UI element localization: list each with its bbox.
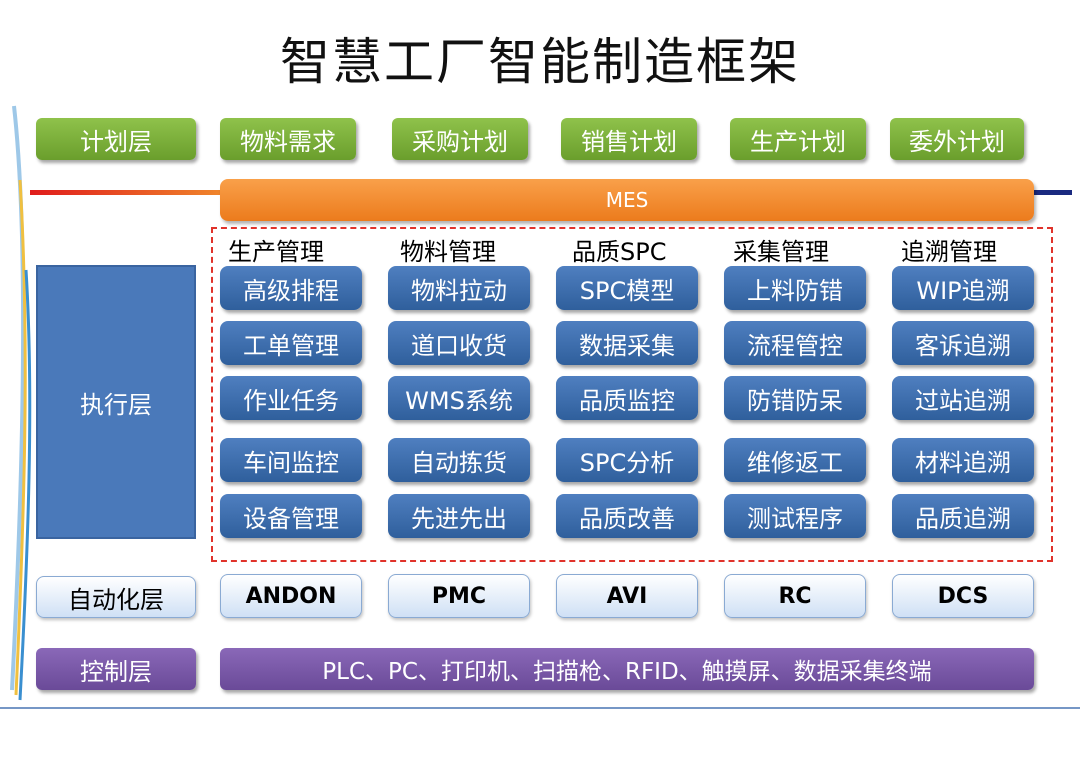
module-box: 维修返工 [724,438,866,482]
column-header: 追溯管理 [901,238,997,266]
auto-item: AVI [556,574,698,618]
module-box: 自动拣货 [388,438,530,482]
auto-layer-label: 自动化层 [36,576,196,618]
mes-bar: MES [220,179,1034,221]
module-box: 流程管控 [724,321,866,365]
module-box: 客诉追溯 [892,321,1034,365]
module-box: 测试程序 [724,494,866,538]
column-header: 物料管理 [400,238,496,266]
mes-line-right [1030,190,1072,195]
auto-item: PMC [388,574,530,618]
control-devices-bar: PLC、PC、打印机、扫描枪、RFID、触摸屏、数据采集终端 [220,648,1034,690]
plan-item: 采购计划 [392,118,528,160]
plan-item: 委外计划 [890,118,1024,160]
module-box: WIP追溯 [892,266,1034,310]
plan-item: 物料需求 [220,118,356,160]
module-box: 道口收货 [388,321,530,365]
page-title: 智慧工厂智能制造框架 [280,33,800,91]
module-box: 品质追溯 [892,494,1034,538]
column-header: 品质SPC [572,238,667,266]
module-box: 防错防呆 [724,376,866,420]
module-box: 材料追溯 [892,438,1034,482]
module-box: 高级排程 [220,266,362,310]
module-box: 设备管理 [220,494,362,538]
module-box: 作业任务 [220,376,362,420]
module-box: 过站追溯 [892,376,1034,420]
module-box: 物料拉动 [388,266,530,310]
control-layer-label: 控制层 [36,648,196,690]
module-box: SPC分析 [556,438,698,482]
module-box: WMS系统 [388,376,530,420]
module-box: 品质改善 [556,494,698,538]
module-box: 上料防错 [724,266,866,310]
module-box: 品质监控 [556,376,698,420]
column-header: 生产管理 [228,238,324,266]
plan-layer-label: 计划层 [36,118,196,160]
mes-line-left [30,190,230,195]
column-header: 采集管理 [733,238,829,266]
module-box: 数据采集 [556,321,698,365]
auto-item: DCS [892,574,1034,618]
module-box: 先进先出 [388,494,530,538]
exec-layer-label: 执行层 [36,265,196,539]
plan-item: 生产计划 [730,118,866,160]
module-box: SPC模型 [556,266,698,310]
module-box: 工单管理 [220,321,362,365]
module-box: 车间监控 [220,438,362,482]
auto-item: RC [724,574,866,618]
auto-item: ANDON [220,574,362,618]
plan-item: 销售计划 [561,118,697,160]
